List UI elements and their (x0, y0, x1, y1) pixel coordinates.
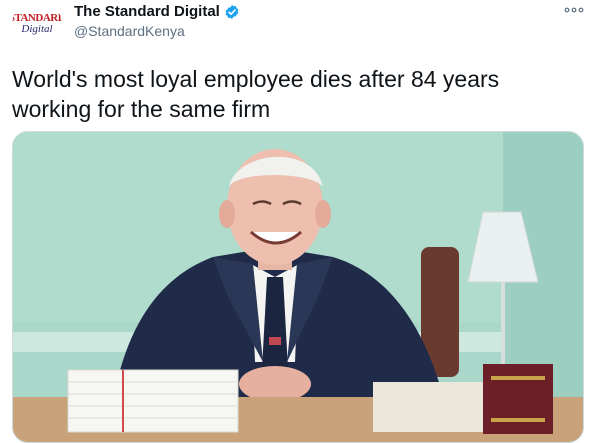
tweet-photo[interactable] (12, 131, 584, 443)
account-display-name[interactable]: The Standard Digital (74, 3, 220, 20)
more-options-icon[interactable] (562, 5, 586, 15)
verified-badge-icon (225, 4, 239, 19)
account-handle[interactable]: @StandardKenya (74, 23, 185, 39)
photo-illustration (13, 132, 583, 442)
account-avatar[interactable]: STANDARD Digital (12, 2, 62, 46)
tweet-text: World's most loyal employee dies after 8… (12, 66, 500, 122)
tweet-card: STANDARD Digital The Standard Digital @S… (0, 0, 598, 443)
account-name-row: The Standard Digital (74, 3, 240, 20)
avatar-logo-bottom: Digital (21, 23, 53, 35)
